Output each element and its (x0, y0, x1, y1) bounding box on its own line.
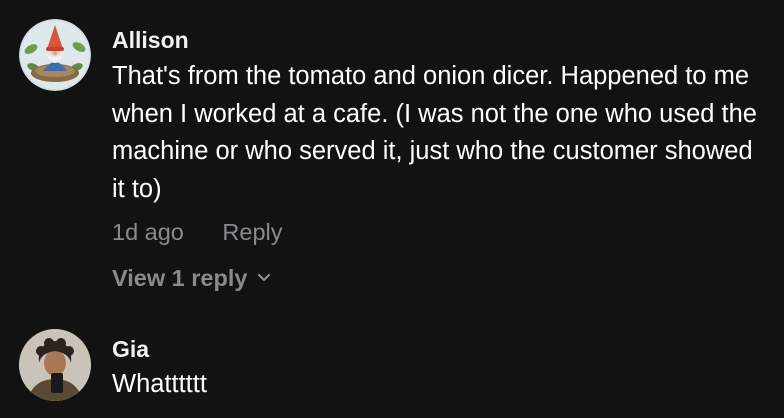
view-replies-label: View 1 reply (112, 265, 248, 291)
avatar[interactable] (19, 19, 91, 91)
view-replies-button[interactable]: View 1 reply (112, 264, 271, 292)
person-avatar-icon (19, 329, 91, 401)
reply-button[interactable]: Reply (222, 219, 282, 245)
chevron-down-icon (258, 273, 271, 282)
gnome-avatar-icon (19, 19, 91, 91)
comment-meta: 1d ago Reply (112, 218, 283, 246)
comment-text: That's from the tomato and onion dicer. … (112, 62, 757, 203)
comment-author[interactable]: Gia (112, 336, 149, 362)
comment-text: Whatttttt (112, 370, 207, 398)
avatar[interactable] (19, 329, 91, 401)
comment-author[interactable]: Allison (112, 27, 189, 53)
comment-timestamp: 1d ago (112, 219, 184, 245)
comments-panel: Allison That's from the tomato and onion… (0, 0, 784, 418)
